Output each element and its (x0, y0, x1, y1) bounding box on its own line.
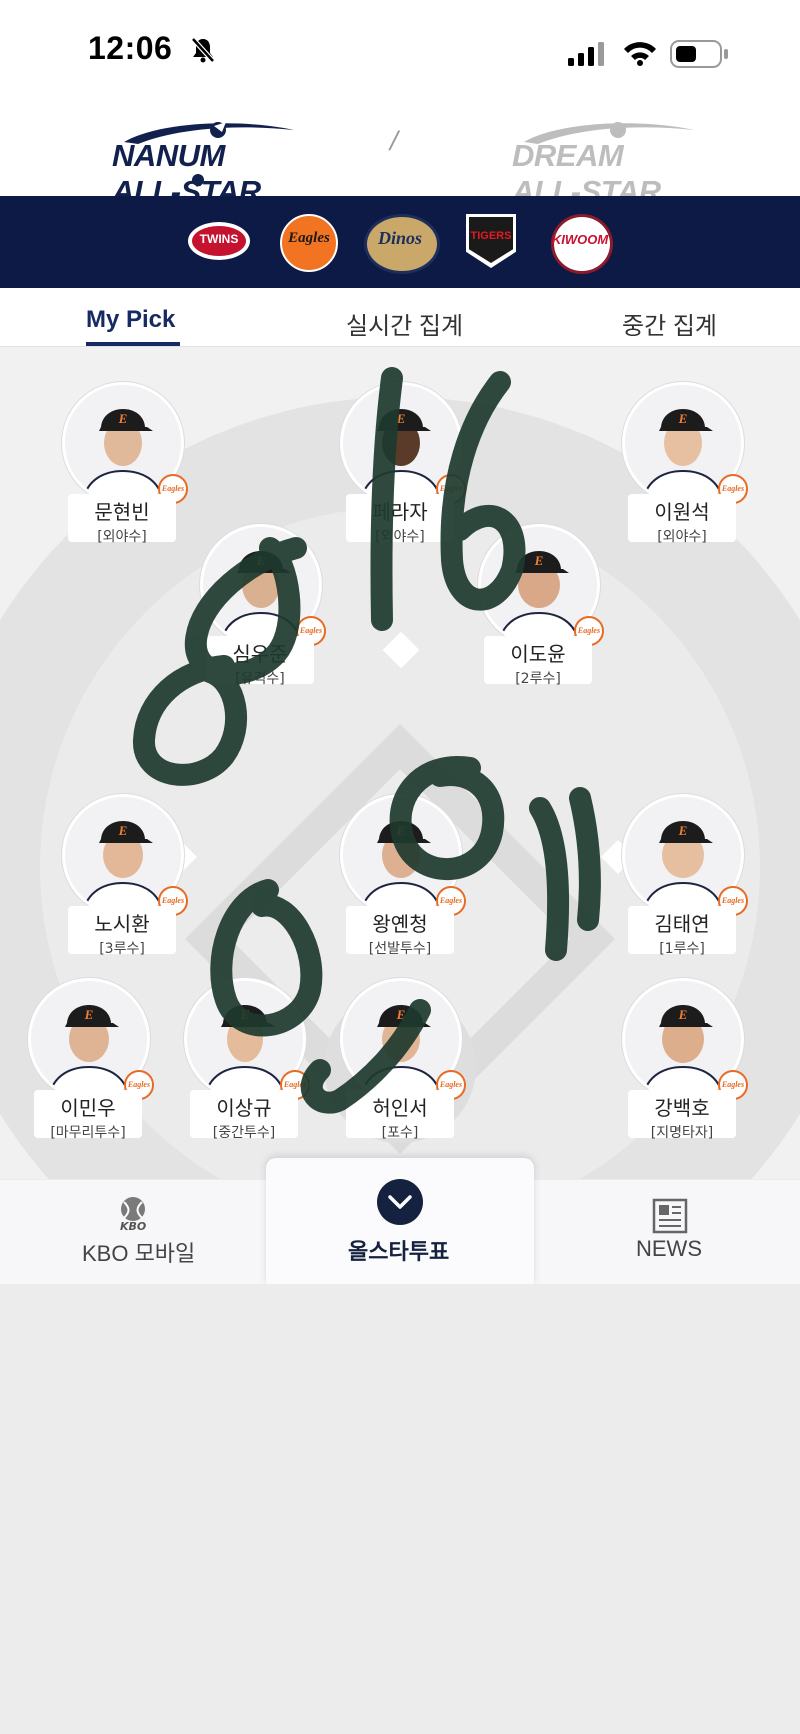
player-position: [1루수] (659, 941, 705, 957)
svg-text:E: E (678, 823, 688, 838)
status-time: 12:06 (88, 30, 173, 66)
player-card[interactable]: E Eagles 김태연 [1루수] (622, 794, 748, 957)
player-name-card: 이원석 [외야수] (628, 494, 736, 545)
svg-text:E: E (396, 823, 406, 838)
player-name-card: 문현빈 [외야수] (68, 494, 176, 545)
player-position: [2루수] (515, 671, 561, 687)
player-card[interactable]: E Eagles 이도윤 [2루수] (478, 524, 604, 687)
tab-realtime[interactable]: 실시간 집계 (346, 306, 463, 341)
wifi-icon (624, 42, 656, 66)
news-label: NEWS (636, 1236, 702, 1261)
selected-dot (192, 174, 204, 186)
svg-text:E: E (396, 411, 406, 426)
player-name-card: 허인서 [포수] (346, 1090, 454, 1141)
player-card[interactable]: E Eagles 이상규 [중간투수] (184, 978, 310, 1141)
chevron-down-icon (377, 1179, 423, 1225)
tab-bar: My Pick 실시간 집계 중간 집계 (0, 288, 800, 347)
player-card[interactable]: E Eagles 왕옌청 [선발투수] (340, 794, 466, 957)
player-position: [지명타자] (650, 1125, 714, 1141)
player-name: 왕옌청 (372, 912, 428, 936)
dream-allstar-tab[interactable]: DREAM ALL-STAR (508, 120, 698, 209)
player-card[interactable]: E Eagles 페라자 [외야수] (340, 382, 466, 545)
player-position: [중간투수] (212, 1125, 276, 1141)
svg-text:E: E (678, 411, 688, 426)
team-logo-kiwoom[interactable]: KIWOOM (546, 212, 614, 274)
bell-slash-icon (191, 37, 215, 63)
nanum-allstar-tab[interactable]: NANUM ALL-STAR (108, 120, 298, 209)
tab-my-pick[interactable]: My Pick (86, 306, 175, 334)
allstar-header: NANUM ALL-STAR / DREAM ALL-STAR (0, 100, 800, 209)
svg-text:E: E (240, 1007, 250, 1022)
player-card[interactable]: E Eagles 문현빈 [외야수] (62, 382, 188, 545)
svg-text:E: E (84, 1007, 94, 1022)
logo-separator: / (390, 126, 399, 154)
player-name: 허인서 (372, 1096, 428, 1120)
player-card[interactable]: E Eagles 심우준 [유격수] (200, 524, 326, 687)
player-name-card: 페라자 [외야수] (346, 494, 454, 545)
svg-text:E: E (396, 1007, 406, 1022)
svg-text:E: E (256, 553, 266, 568)
player-name: 노시환 (94, 912, 150, 936)
signal-icon (568, 42, 604, 66)
newspaper-icon (652, 1198, 688, 1234)
player-name: 심우준 (232, 642, 288, 666)
player-name: 강백호 (654, 1096, 710, 1120)
empty-area (0, 1284, 800, 1734)
player-name: 이원석 (654, 500, 710, 524)
team-logo-twins[interactable]: TWINS (188, 216, 250, 266)
nav-news[interactable]: NEWS (620, 1194, 720, 1274)
player-position: [외야수] (375, 529, 425, 545)
player-position: [3루수] (99, 941, 145, 957)
svg-text:E: E (118, 411, 128, 426)
active-tab-underline (86, 342, 180, 346)
player-card[interactable]: E Eagles 허인서 [포수] (340, 978, 466, 1141)
kbo-mobile-label: KBO 모바일 (82, 1241, 196, 1266)
player-name-card: 김태연 [1루수] (628, 906, 736, 957)
player-position: [외야수] (657, 529, 707, 545)
player-name-card: 노시환 [3루수] (68, 906, 176, 957)
player-card[interactable]: E Eagles 강백호 [지명타자] (622, 978, 748, 1141)
player-name: 이도윤 (510, 642, 566, 666)
player-name-card: 왕옌청 [선발투수] (346, 906, 454, 957)
allstar-vote-label: 올스타투표 (348, 1239, 450, 1264)
player-position: [외야수] (97, 529, 147, 545)
player-name: 이민우 (60, 1096, 116, 1120)
team-logo-dinos[interactable]: Dinos (358, 212, 442, 274)
player-position: [포수] (381, 1125, 419, 1141)
player-name-card: 이상규 [중간투수] (190, 1090, 298, 1141)
nav-kbo-mobile[interactable]: KBO KBO 모바일 (70, 1194, 200, 1274)
player-position: [마무리투수] (50, 1125, 126, 1141)
player-name: 페라자 (372, 500, 428, 524)
player-card[interactable]: E Eagles 이원석 [외야수] (622, 382, 748, 545)
player-card[interactable]: E Eagles 노시환 [3루수] (62, 794, 188, 957)
player-name: 김태연 (654, 912, 710, 936)
svg-text:E: E (534, 553, 544, 568)
battery-icon (670, 40, 728, 68)
player-name: 이상규 (216, 1096, 272, 1120)
svg-text:E: E (118, 823, 128, 838)
team-logo-tigers[interactable]: TIGERS (460, 212, 522, 270)
kbo-ball-icon (121, 1197, 145, 1221)
player-name-card: 강백호 [지명타자] (628, 1090, 736, 1141)
player-name-card: 이민우 [마무리투수] (34, 1090, 142, 1141)
player-name-card: 심우준 [유격수] (206, 636, 314, 687)
player-position: [유격수] (235, 671, 285, 687)
team-logo-eagles[interactable]: Eagles (278, 212, 340, 272)
team-logos-bar: TWINS Eagles Dinos TIGERS KIWOOM (0, 196, 800, 288)
nav-allstar-vote[interactable]: 올스타투표 (266, 1158, 534, 1284)
player-name-card: 이도윤 [2루수] (484, 636, 592, 687)
player-position: [선발투수] (368, 941, 432, 957)
svg-text:E: E (678, 1007, 688, 1022)
tab-interim[interactable]: 중간 집계 (622, 306, 717, 341)
kbo-small-label: KBO (120, 1220, 147, 1233)
player-card[interactable]: E Eagles 이민우 [마무리투수] (28, 978, 154, 1141)
status-bar: 12:06 (0, 0, 800, 100)
player-name: 문현빈 (94, 500, 150, 524)
